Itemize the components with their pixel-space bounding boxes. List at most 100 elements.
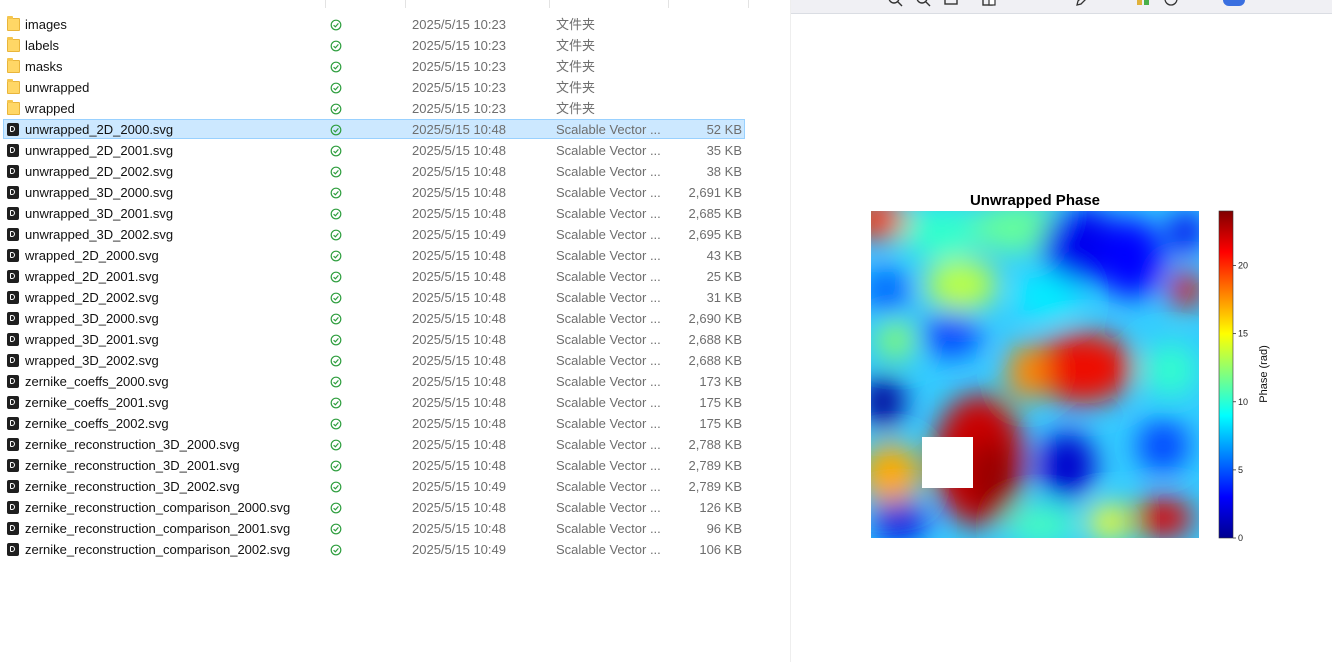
file-name[interactable]: zernike_reconstruction_comparison_2001.s… — [25, 518, 320, 539]
file-type: Scalable Vector ... — [556, 437, 661, 452]
file-row[interactable]: wrapped_3D_2000.svg 2025/5/15 10:48 Scalab… — [0, 308, 760, 329]
column-divider[interactable] — [668, 0, 669, 8]
sync-status-cell — [330, 350, 344, 371]
file-name[interactable]: zernike_reconstruction_3D_2002.svg — [25, 476, 320, 497]
folder-row[interactable]: labels 2025/5/15 10:23 文件夹 — [0, 35, 760, 56]
file-row[interactable]: zernike_coeffs_2002.svg 2025/5/15 10:48 Sc… — [0, 413, 760, 434]
file-icon-cell — [7, 413, 20, 434]
file-row[interactable]: zernike_reconstruction_3D_2001.svg 2025/5… — [0, 455, 760, 476]
svg-file-icon — [7, 186, 19, 199]
file-icon-cell — [7, 56, 20, 77]
file-name[interactable]: wrapped_2D_2002.svg — [25, 287, 320, 308]
file-date: 2025/5/15 10:48 — [412, 269, 506, 284]
file-date: 2025/5/15 10:48 — [412, 122, 506, 137]
file-row[interactable]: unwrapped_2D_2002.svg 2025/5/15 10:48 Scal… — [0, 161, 760, 182]
file-name[interactable]: unwrapped_3D_2000.svg — [25, 182, 320, 203]
column-divider[interactable] — [405, 0, 406, 8]
file-type: Scalable Vector ... — [556, 248, 661, 263]
file-size — [670, 77, 742, 98]
svg-file-icon — [7, 228, 19, 241]
file-icon-cell — [7, 350, 20, 371]
file-name[interactable]: wrapped_3D_2000.svg — [25, 308, 320, 329]
sync-status-cell — [330, 371, 344, 392]
file-row[interactable]: wrapped_3D_2002.svg 2025/5/15 10:48 Scalab… — [0, 350, 760, 371]
file-size: 2,691 KB — [688, 185, 743, 200]
file-row[interactable]: zernike_reconstruction_comparison_2002.s… — [0, 539, 760, 560]
file-type: Scalable Vector ... — [556, 542, 661, 557]
file-name[interactable]: zernike_coeffs_2000.svg — [25, 371, 320, 392]
file-row[interactable]: zernike_reconstruction_comparison_2001.s… — [0, 518, 760, 539]
file-name[interactable]: wrapped — [25, 98, 320, 119]
file-name[interactable]: labels — [25, 35, 320, 56]
file-icon-cell — [7, 266, 20, 287]
file-type: Scalable Vector ... — [556, 500, 661, 515]
file-date: 2025/5/15 10:49 — [412, 479, 506, 494]
file-name[interactable]: unwrapped_2D_2001.svg — [25, 140, 320, 161]
file-row[interactable]: unwrapped_3D_2001.svg 2025/5/15 10:48 Scal… — [0, 203, 760, 224]
file-name[interactable]: wrapped_3D_2002.svg — [25, 350, 320, 371]
file-name[interactable]: unwrapped_2D_2002.svg — [25, 161, 320, 182]
file-name[interactable]: zernike_reconstruction_3D_2001.svg — [25, 455, 320, 476]
file-row[interactable]: zernike_reconstruction_comparison_2000.s… — [0, 497, 760, 518]
file-name[interactable]: images — [25, 14, 320, 35]
file-name[interactable]: unwrapped — [25, 77, 320, 98]
file-name[interactable]: unwrapped_3D_2001.svg — [25, 203, 320, 224]
file-name[interactable]: zernike_reconstruction_3D_2000.svg — [25, 434, 320, 455]
sync-check-icon — [330, 187, 342, 199]
file-name[interactable]: wrapped_2D_2001.svg — [25, 266, 320, 287]
file-name[interactable]: zernike_coeffs_2002.svg — [25, 413, 320, 434]
file-row[interactable]: zernike_coeffs_2001.svg 2025/5/15 10:48 Sc… — [0, 392, 760, 413]
sync-status-cell — [330, 140, 344, 161]
file-name[interactable]: wrapped_3D_2001.svg — [25, 329, 320, 350]
file-type: 文件夹 — [556, 59, 596, 74]
folder-row[interactable]: masks 2025/5/15 10:23 文件夹 — [0, 56, 760, 77]
file-icon-cell — [7, 203, 20, 224]
folder-row[interactable]: images 2025/5/15 10:23 文件夹 — [0, 14, 760, 35]
file-row[interactable]: unwrapped_3D_2002.svg 2025/5/15 10:49 Scal… — [0, 224, 760, 245]
file-row[interactable]: zernike_reconstruction_3D_2002.svg 2025/5… — [0, 476, 760, 497]
colorbar-ticks: 0 5 10 15 20 — [1233, 261, 1248, 543]
folder-icon — [7, 79, 20, 94]
file-icon-cell — [7, 35, 20, 56]
column-divider[interactable] — [325, 0, 326, 8]
sync-check-icon — [330, 292, 342, 304]
file-name[interactable]: zernike_reconstruction_comparison_2000.s… — [25, 497, 320, 518]
file-size: 38 KB — [706, 164, 742, 179]
file-size: 96 KB — [706, 521, 742, 536]
sync-status-cell — [330, 182, 344, 203]
file-name[interactable]: unwrapped_2D_2000.svg — [25, 119, 320, 140]
column-divider[interactable] — [748, 0, 749, 8]
file-row[interactable]: zernike_reconstruction_3D_2000.svg 2025/5… — [0, 434, 760, 455]
file-size: 2,695 KB — [688, 227, 743, 242]
file-row[interactable]: wrapped_2D_2000.svg 2025/5/15 10:48 Scalab… — [0, 245, 760, 266]
folder-row[interactable]: wrapped 2025/5/15 10:23 文件夹 — [0, 98, 760, 119]
file-date: 2025/5/15 10:23 — [412, 17, 506, 32]
sync-status-cell — [330, 329, 344, 350]
file-size: 175 KB — [699, 416, 742, 431]
file-type: Scalable Vector ... — [556, 521, 661, 536]
file-name[interactable]: zernike_coeffs_2001.svg — [25, 392, 320, 413]
file-name[interactable]: unwrapped_3D_2002.svg — [25, 224, 320, 245]
file-row[interactable]: wrapped_2D_2001.svg 2025/5/15 10:48 Scalab… — [0, 266, 760, 287]
file-row[interactable]: unwrapped_3D_2000.svg 2025/5/15 10:48 Scal… — [0, 182, 760, 203]
colorbar — [1218, 210, 1234, 539]
file-row[interactable]: unwrapped_2D_2001.svg 2025/5/15 10:48 Scal… — [0, 140, 760, 161]
column-divider[interactable] — [549, 0, 550, 8]
file-row[interactable]: wrapped_3D_2001.svg 2025/5/15 10:48 Scalab… — [0, 329, 760, 350]
file-name[interactable]: zernike_reconstruction_comparison_2002.s… — [25, 539, 320, 560]
file-row[interactable]: zernike_coeffs_2000.svg 2025/5/15 10:48 Sc… — [0, 371, 760, 392]
file-type: 文件夹 — [556, 17, 596, 32]
file-name[interactable]: wrapped_2D_2000.svg — [25, 245, 320, 266]
file-size: 35 KB — [706, 143, 742, 158]
file-size — [670, 98, 742, 119]
file-row[interactable]: unwrapped_2D_2000.svg 2025/5/15 10:48 Scal… — [0, 119, 760, 140]
colorbar-tick-label: 15 — [1238, 329, 1248, 339]
file-date: 2025/5/15 10:48 — [412, 437, 506, 452]
file-type: Scalable Vector ... — [556, 227, 661, 242]
folder-row[interactable]: unwrapped 2025/5/15 10:23 文件夹 — [0, 77, 760, 98]
file-name[interactable]: masks — [25, 56, 320, 77]
file-size: 43 KB — [706, 248, 742, 263]
svg-file-icon — [7, 165, 19, 178]
file-row[interactable]: wrapped_2D_2002.svg 2025/5/15 10:48 Scalab… — [0, 287, 760, 308]
file-type: Scalable Vector ... — [556, 164, 661, 179]
